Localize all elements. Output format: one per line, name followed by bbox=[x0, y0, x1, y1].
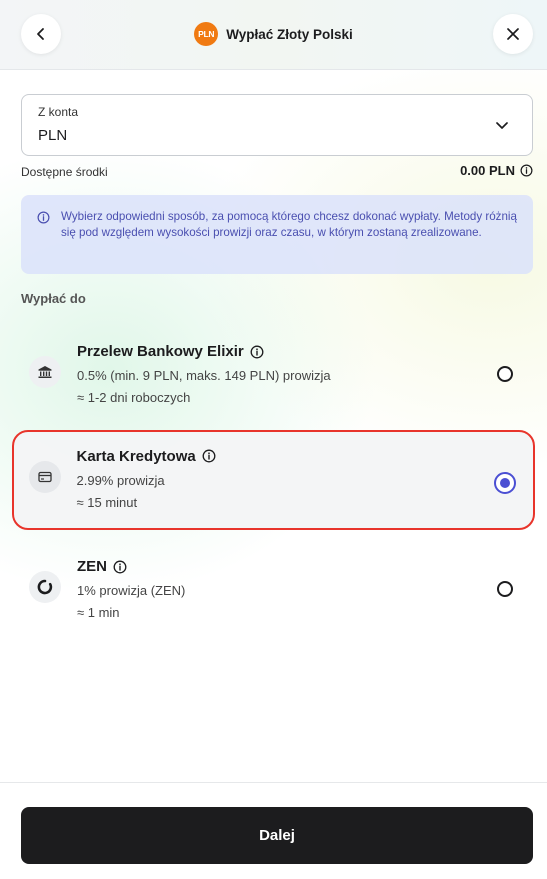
header-title-group: PLN Wypłać Złoty Polski bbox=[0, 22, 547, 46]
available-funds: 0.00 PLN bbox=[460, 163, 533, 178]
chevron-down-icon bbox=[496, 122, 508, 129]
method-fee: 0.5% (min. 9 PLN, maks. 149 PLN) prowizj… bbox=[77, 368, 331, 383]
zen-logo-icon bbox=[29, 571, 61, 603]
info-notice-text: Wybierz odpowiedni sposób, za pomocą któ… bbox=[61, 210, 517, 240]
radio-button[interactable] bbox=[497, 581, 513, 597]
account-select[interactable]: Z konta PLN bbox=[21, 94, 533, 156]
currency-badge: PLN bbox=[194, 22, 219, 46]
info-notice: Wybierz odpowiedni sposób, za pomocą któ… bbox=[21, 195, 533, 274]
radio-dot bbox=[499, 477, 510, 488]
available-funds-value: 0.00 PLN bbox=[460, 163, 515, 178]
method-time: ≈ 1-2 dni roboczych bbox=[77, 390, 191, 405]
close-icon bbox=[507, 28, 519, 40]
method-option-zen[interactable]: ZEN 1% prowizja (ZEN) ≈ 1 min bbox=[12, 540, 535, 640]
info-icon[interactable] bbox=[202, 449, 216, 463]
method-title-row: ZEN bbox=[77, 558, 127, 575]
method-title-row: Przelew Bankowy Elixir bbox=[77, 343, 264, 360]
method-fee: 2.99% prowizja bbox=[76, 472, 165, 488]
method-fee: 1% prowizja (ZEN) bbox=[77, 583, 186, 598]
section-label-withdraw-to: Wypłać do bbox=[21, 291, 86, 306]
method-title: ZEN bbox=[77, 558, 107, 575]
method-title: Karta Kredytowa bbox=[76, 447, 196, 465]
info-icon[interactable] bbox=[113, 560, 127, 574]
radio-button-checked[interactable] bbox=[493, 471, 516, 494]
credit-card-icon bbox=[28, 460, 61, 493]
radio-button[interactable] bbox=[497, 366, 513, 382]
close-button[interactable] bbox=[493, 14, 533, 54]
page-title: Wypłać Złoty Polski bbox=[226, 26, 353, 42]
continue-button[interactable]: Dalej bbox=[21, 807, 533, 864]
available-funds-label: Dostępne środki bbox=[21, 165, 108, 179]
method-time: ≈ 1 min bbox=[77, 605, 120, 620]
info-icon bbox=[37, 211, 50, 224]
method-title-row: Karta Kredytowa bbox=[77, 448, 216, 465]
info-icon[interactable] bbox=[250, 345, 264, 359]
method-title: Przelew Bankowy Elixir bbox=[77, 343, 244, 360]
method-time: ≈ 15 minut bbox=[76, 494, 138, 510]
account-select-label: Z konta bbox=[38, 105, 79, 119]
account-select-value: PLN bbox=[38, 127, 68, 144]
method-option-bank-transfer[interactable]: Przelew Bankowy Elixir 0.5% (min. 9 PLN,… bbox=[12, 325, 535, 425]
header-bar: PLN Wypłać Złoty Polski bbox=[0, 0, 547, 70]
footer-bar: Dalej bbox=[0, 782, 547, 879]
bank-icon bbox=[29, 356, 61, 388]
info-icon[interactable] bbox=[520, 164, 533, 177]
method-option-credit-card[interactable]: Karta Kredytowa 2.99% prowizja ≈ 15 minu… bbox=[12, 430, 535, 530]
